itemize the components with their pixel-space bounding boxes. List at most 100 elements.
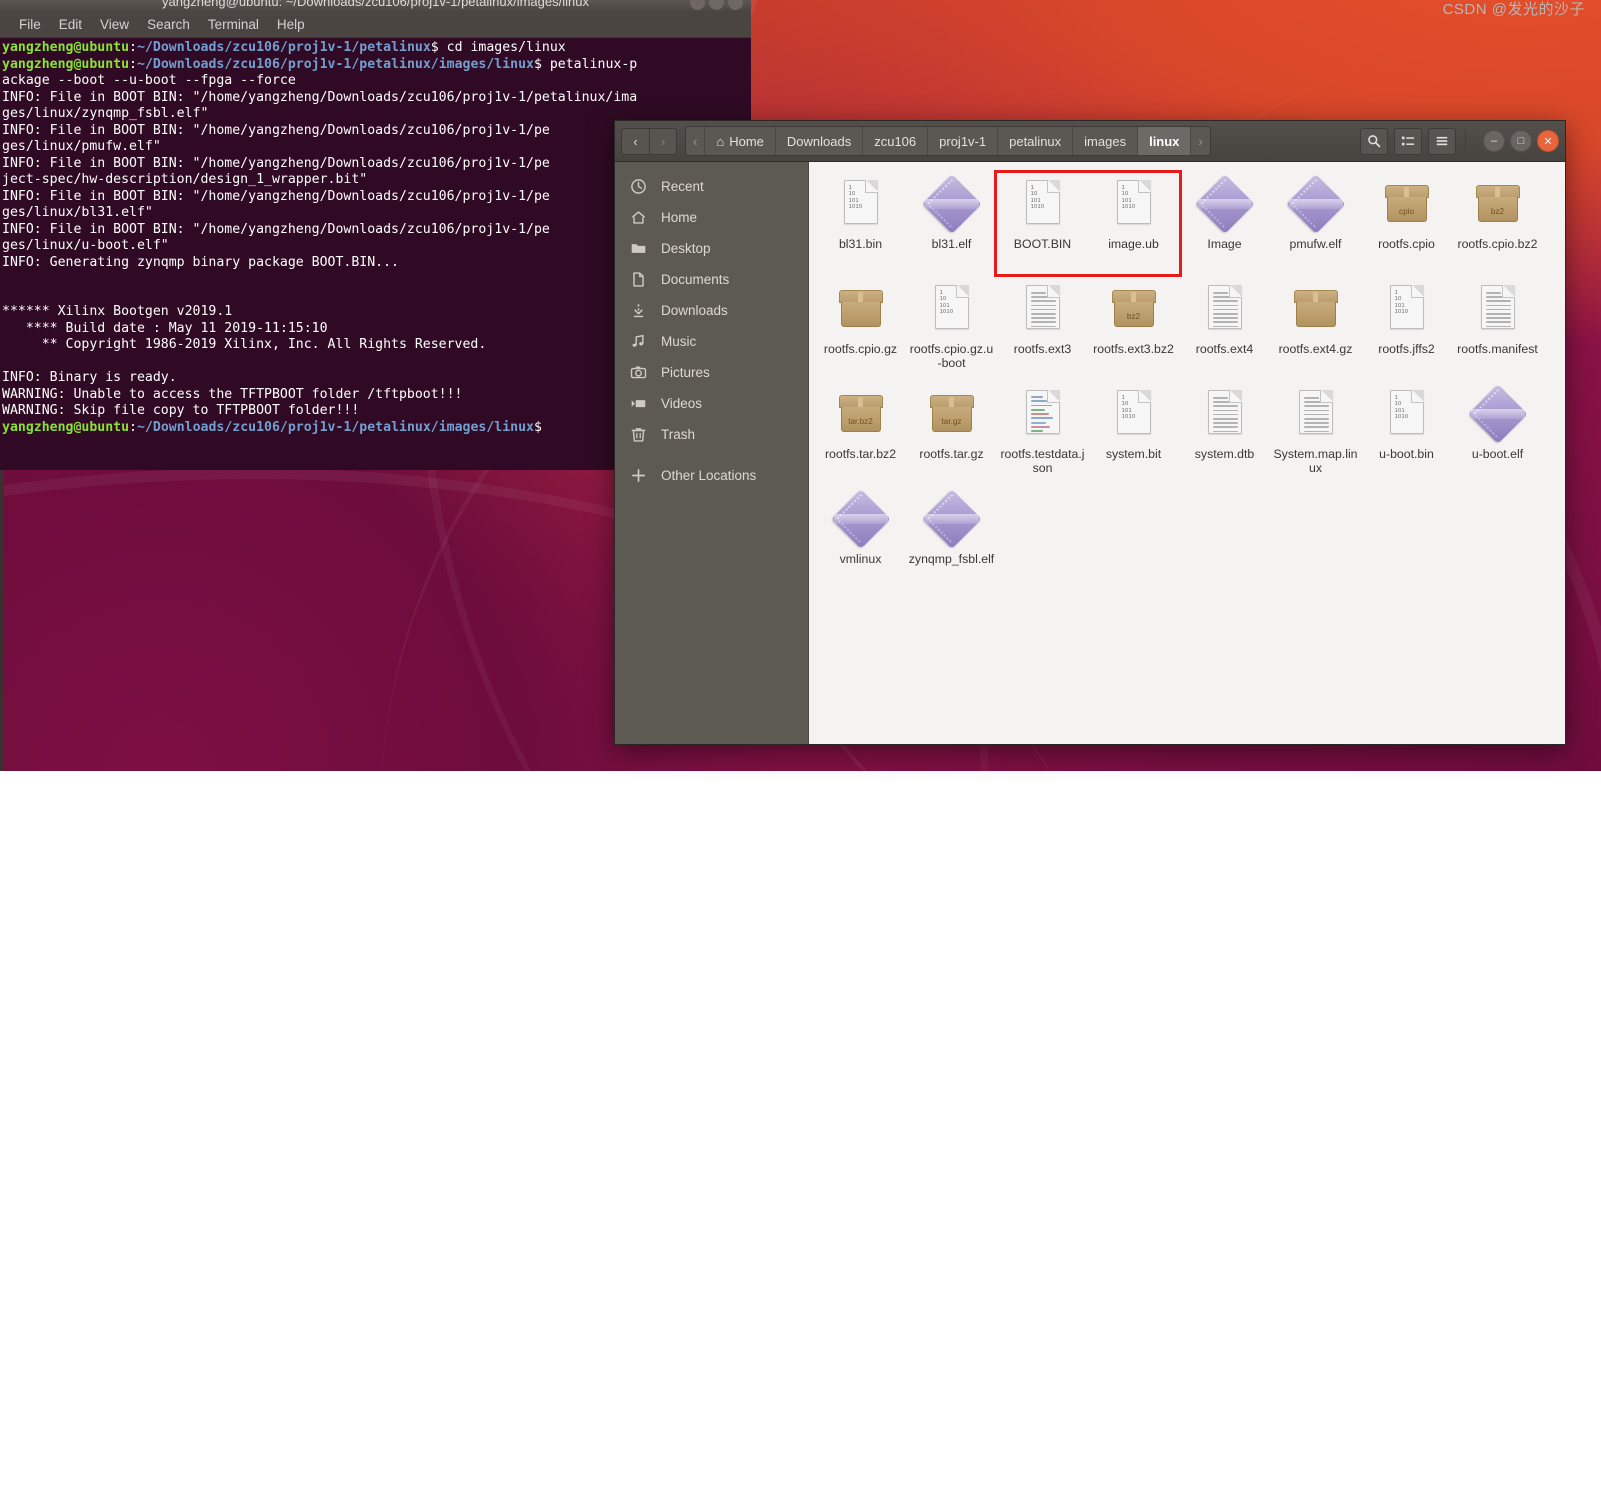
- executable-icon: [840, 495, 882, 547]
- file-item-rootfs-testdata-json[interactable]: rootfs.testdata.json: [997, 384, 1088, 489]
- code-file-icon: [1026, 390, 1060, 442]
- file-item-rootfs-cpio-bz2[interactable]: bz2rootfs.cpio.bz2: [1452, 174, 1543, 279]
- file-item-pmufw-elf[interactable]: pmufw.elf: [1270, 174, 1361, 279]
- terminal-colon: :: [129, 40, 137, 55]
- executable-icon: [1204, 180, 1246, 232]
- file-name-label: rootfs.ext4: [1182, 342, 1268, 356]
- hamburger-menu-icon[interactable]: [1428, 128, 1456, 155]
- forward-button[interactable]: ›: [649, 128, 677, 155]
- file-manager-window[interactable]: ‹ › ‹ ⌂ Home Downloads zcu106 proj1v-1 p…: [614, 120, 1566, 745]
- sidebar-item-trash[interactable]: Trash: [615, 419, 808, 450]
- breadcrumb-item-home[interactable]: ⌂ Home: [705, 127, 776, 155]
- file-icon-view[interactable]: 1101011010bl31.binbl31.elf1101011010BOOT…: [809, 162, 1565, 744]
- sidebar-item-downloads[interactable]: Downloads: [615, 295, 808, 326]
- close-button[interactable]: ✕: [1537, 130, 1559, 152]
- maximize-button[interactable]: □: [1510, 130, 1532, 152]
- file-manager-headerbar[interactable]: ‹ › ‹ ⌂ Home Downloads zcu106 proj1v-1 p…: [615, 121, 1565, 162]
- file-item-rootfs-cpio-gz[interactable]: rootfs.cpio.gz: [815, 279, 906, 384]
- file-item-u-boot-bin[interactable]: 1101011010u-boot.bin: [1361, 384, 1452, 489]
- sidebar-item-videos[interactable]: Videos: [615, 388, 808, 419]
- file-item-rootfs-manifest[interactable]: rootfs.manifest: [1452, 279, 1543, 384]
- menu-edit[interactable]: Edit: [50, 15, 91, 34]
- file-item-rootfs-cpio[interactable]: cpiorootfs.cpio: [1361, 174, 1452, 279]
- file-name-label: image.ub: [1091, 237, 1177, 251]
- file-item-rootfs-cpio-gz-u-boot[interactable]: 1101011010rootfs.cpio.gz.u-boot: [906, 279, 997, 384]
- executable-icon: [1477, 390, 1519, 442]
- terminal-user: yangzheng@ubuntu: [2, 420, 129, 435]
- sidebar-item-pictures[interactable]: Pictures: [615, 357, 808, 388]
- sidebar-item-music[interactable]: Music: [615, 326, 808, 357]
- terminal-close-button[interactable]: [728, 0, 743, 10]
- binary-file-icon: 1101011010: [935, 285, 969, 337]
- sidebar-item-desktop[interactable]: Desktop: [615, 233, 808, 264]
- archive-format-label: bz2: [1476, 207, 1520, 216]
- breadcrumb[interactable]: ‹ ⌂ Home Downloads zcu106 proj1v-1 petal…: [685, 126, 1211, 156]
- file-name-label: rootfs.ext4.gz: [1273, 342, 1359, 356]
- file-icon-row: 1101011010bl31.binbl31.elf1101011010BOOT…: [815, 174, 1565, 279]
- terminal-titlebar[interactable]: yangzheng@ubuntu: ~/Downloads/zcu106/pro…: [0, 0, 751, 12]
- file-name-label: vmlinux: [818, 552, 904, 566]
- file-item-rootfs-ext3[interactable]: rootfs.ext3: [997, 279, 1088, 384]
- places-sidebar[interactable]: RecentHomeDesktopDocuments Downloads Music…: [615, 162, 809, 744]
- clock-icon: [629, 178, 647, 195]
- file-item-rootfs-tar-bz2[interactable]: tar.bz2rootfs.tar.bz2: [815, 384, 906, 489]
- breadcrumb-item-zcu106[interactable]: zcu106: [863, 127, 928, 155]
- breadcrumb-item-linux[interactable]: linux: [1138, 127, 1191, 155]
- terminal-minimize-button[interactable]: [690, 0, 705, 10]
- terminal-prompt-line: yangzheng@ubuntu:~/Downloads/zcu106/proj…: [2, 57, 751, 74]
- file-item-image[interactable]: Image: [1179, 174, 1270, 279]
- terminal-path: ~/Downloads/zcu106/proj1v-1/petalinux/im…: [137, 420, 534, 435]
- breadcrumb-item-proj1v-1[interactable]: proj1v-1: [928, 127, 998, 155]
- breadcrumb-item-downloads[interactable]: Downloads: [776, 127, 863, 155]
- sidebar-item-home[interactable]: Home: [615, 202, 808, 233]
- file-item-rootfs-jffs2[interactable]: 1101011010rootfs.jffs2: [1361, 279, 1452, 384]
- terminal-window-controls[interactable]: [690, 0, 743, 10]
- menu-file[interactable]: File: [10, 15, 50, 34]
- file-item-rootfs-ext3-bz2[interactable]: bz2rootfs.ext3.bz2: [1088, 279, 1179, 384]
- sidebar-item-recent[interactable]: Recent: [615, 171, 808, 202]
- menu-search[interactable]: Search: [138, 15, 199, 34]
- file-name-label: bl31.elf: [909, 237, 995, 251]
- archive-icon: cpio: [1385, 180, 1429, 232]
- minimize-button[interactable]: –: [1483, 130, 1505, 152]
- file-item-u-boot-elf[interactable]: u-boot.elf: [1452, 384, 1543, 489]
- search-icon[interactable]: [1360, 128, 1388, 155]
- breadcrumb-scroll-left[interactable]: ‹: [686, 127, 705, 155]
- view-list-icon[interactable]: [1394, 128, 1422, 155]
- file-item-system-bit[interactable]: 1101011010system.bit: [1088, 384, 1179, 489]
- file-item-boot-bin[interactable]: 1101011010BOOT.BIN: [997, 174, 1088, 279]
- file-name-label: rootfs.ext3.bz2: [1091, 342, 1177, 356]
- menu-view[interactable]: View: [91, 15, 138, 34]
- file-item-system-map-linux[interactable]: System.map.linux: [1270, 384, 1361, 489]
- sidebar-item-other-locations[interactable]: Other Locations: [615, 460, 808, 491]
- sidebar-item-label: Trash: [661, 427, 695, 442]
- menu-terminal[interactable]: Terminal: [199, 15, 268, 34]
- document-icon: [629, 271, 647, 288]
- file-item-image-ub[interactable]: 1101011010image.ub: [1088, 174, 1179, 279]
- terminal-command: $: [534, 420, 542, 435]
- file-item-zynqmp-fsbl-elf[interactable]: zynqmp_fsbl.elf: [906, 489, 997, 594]
- file-item-rootfs-tar-gz[interactable]: tar.gz rootfs.tar.gz: [906, 384, 997, 489]
- sidebar-item-label: Downloads: [661, 303, 728, 318]
- file-item-system-dtb[interactable]: system.dtb: [1179, 384, 1270, 489]
- sidebar-item-documents[interactable]: Documents: [615, 264, 808, 295]
- file-item-rootfs-ext4[interactable]: rootfs.ext4: [1179, 279, 1270, 384]
- file-item-rootfs-ext4-gz[interactable]: rootfs.ext4.gz: [1270, 279, 1361, 384]
- breadcrumb-item-petalinux[interactable]: petalinux: [998, 127, 1073, 155]
- terminal-user: yangzheng@ubuntu: [2, 40, 129, 55]
- file-item-vmlinux[interactable]: vmlinux: [815, 489, 906, 594]
- file-item-bl31-elf[interactable]: bl31.elf: [906, 174, 997, 279]
- breadcrumb-scroll-right[interactable]: ›: [1191, 127, 1209, 155]
- archive-format-label: tar.gz: [930, 417, 974, 426]
- file-name-label: rootfs.tar.gz: [909, 447, 995, 461]
- breadcrumb-item-images[interactable]: images: [1073, 127, 1138, 155]
- terminal-menubar[interactable]: File Edit View Search Terminal Help: [0, 12, 751, 38]
- file-name-label: rootfs.testdata.json: [1000, 447, 1086, 475]
- file-item-bl31-bin[interactable]: 1101011010bl31.bin: [815, 174, 906, 279]
- text-file-icon: [1026, 285, 1060, 337]
- menu-help[interactable]: Help: [268, 15, 314, 34]
- window-controls[interactable]: – □ ✕: [1475, 130, 1559, 152]
- back-button[interactable]: ‹: [621, 128, 649, 155]
- terminal-maximize-button[interactable]: [709, 0, 724, 10]
- navigation-buttons[interactable]: ‹ ›: [621, 128, 677, 155]
